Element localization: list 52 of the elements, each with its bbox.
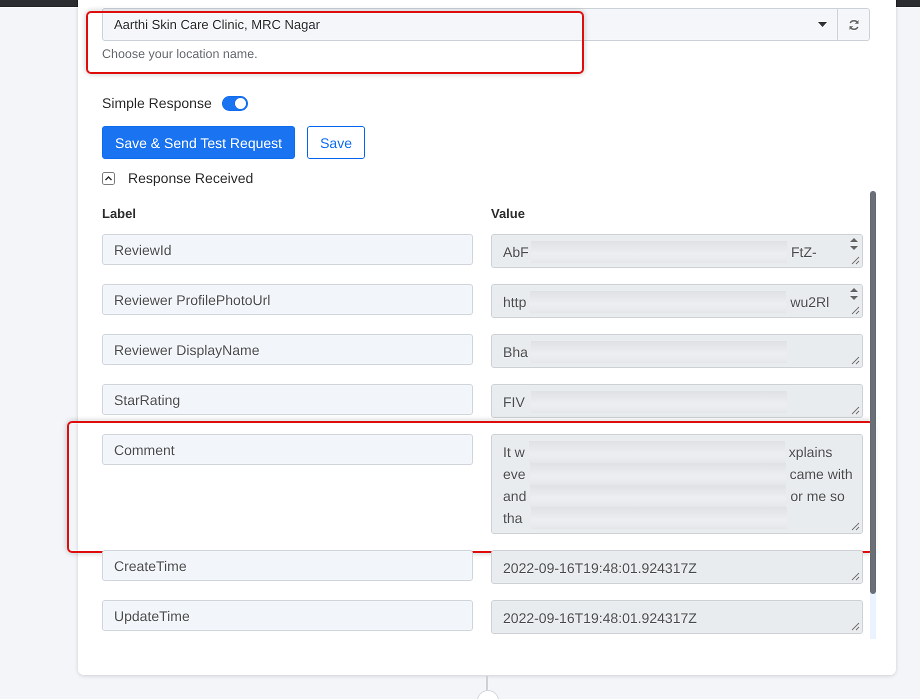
value-text: wu2Rl (790, 293, 830, 312)
label-field[interactable]: CreateTime (102, 550, 473, 581)
value-text: and (503, 487, 526, 506)
value-text: eve (503, 465, 526, 484)
send-test-button[interactable]: Save & Send Test Request (102, 126, 296, 159)
value-text: or me so (790, 487, 845, 506)
spinner-arrows-icon[interactable] (848, 287, 860, 301)
spinner-arrows-icon[interactable] (848, 237, 860, 251)
resize-grip-icon[interactable] (851, 622, 860, 631)
value-text: It w (503, 443, 525, 462)
section-title: Response Received (128, 170, 254, 186)
value-text: came with (790, 465, 853, 484)
value-text: 2022-09-16T19:48:01.924317Z (503, 559, 697, 578)
value-text: 2022-09-16T19:48:01.924317Z (503, 609, 697, 628)
label-field[interactable]: StarRating (102, 384, 473, 415)
value-text: FtZ- (791, 243, 817, 262)
value-textarea[interactable]: Bha (491, 334, 863, 368)
value-text: http (503, 293, 526, 312)
label-field[interactable]: ReviewId (102, 234, 473, 265)
label-field[interactable]: Reviewer ProfilePhotoUrl (102, 284, 473, 315)
value-textarea[interactable]: It w xplains eve came with and or me so tha (491, 434, 863, 534)
value-textarea[interactable]: AbF FtZ- (491, 234, 863, 268)
value-textarea[interactable]: 2022-09-16T19:48:01.924317Z (491, 550, 863, 584)
value-textarea[interactable]: http wu2Rl (491, 284, 863, 318)
save-button[interactable]: Save (307, 126, 365, 159)
resize-grip-icon[interactable] (851, 522, 860, 531)
column-header: Label (102, 206, 137, 223)
caret-icon (818, 22, 827, 27)
label-field[interactable]: Comment (102, 434, 473, 465)
chevron-up-icon[interactable] (102, 172, 115, 184)
resize-grip-icon[interactable] (851, 256, 860, 265)
scrollbar[interactable] (870, 191, 876, 639)
value-text: FIV (503, 393, 526, 412)
toggle-switch[interactable] (222, 96, 248, 110)
help-text: Choose your location name. (102, 47, 258, 61)
label-field[interactable]: Reviewer DisplayName (102, 334, 473, 365)
value-text: tha (503, 509, 524, 528)
value-textarea[interactable]: 2022-09-16T19:48:01.924317Z (491, 600, 863, 634)
refresh-button[interactable] (838, 8, 870, 41)
resize-grip-icon[interactable] (851, 406, 860, 415)
refresh-icon (848, 18, 860, 30)
resize-grip-icon[interactable] (851, 306, 860, 315)
toggle-label: Simple Response (102, 95, 212, 111)
column-header: Value (491, 206, 526, 223)
value-textarea[interactable]: FIV (491, 384, 863, 418)
location-select[interactable]: Aarthi Skin Care Clinic, MRC Nagar (102, 8, 838, 41)
label-field[interactable]: UpdateTime (102, 600, 473, 631)
value-text: AbF (503, 243, 527, 262)
resize-grip-icon[interactable] (851, 356, 860, 365)
resize-grip-icon[interactable] (851, 572, 860, 581)
value-text: xplains (788, 443, 832, 462)
value-text: Bha (503, 343, 527, 362)
